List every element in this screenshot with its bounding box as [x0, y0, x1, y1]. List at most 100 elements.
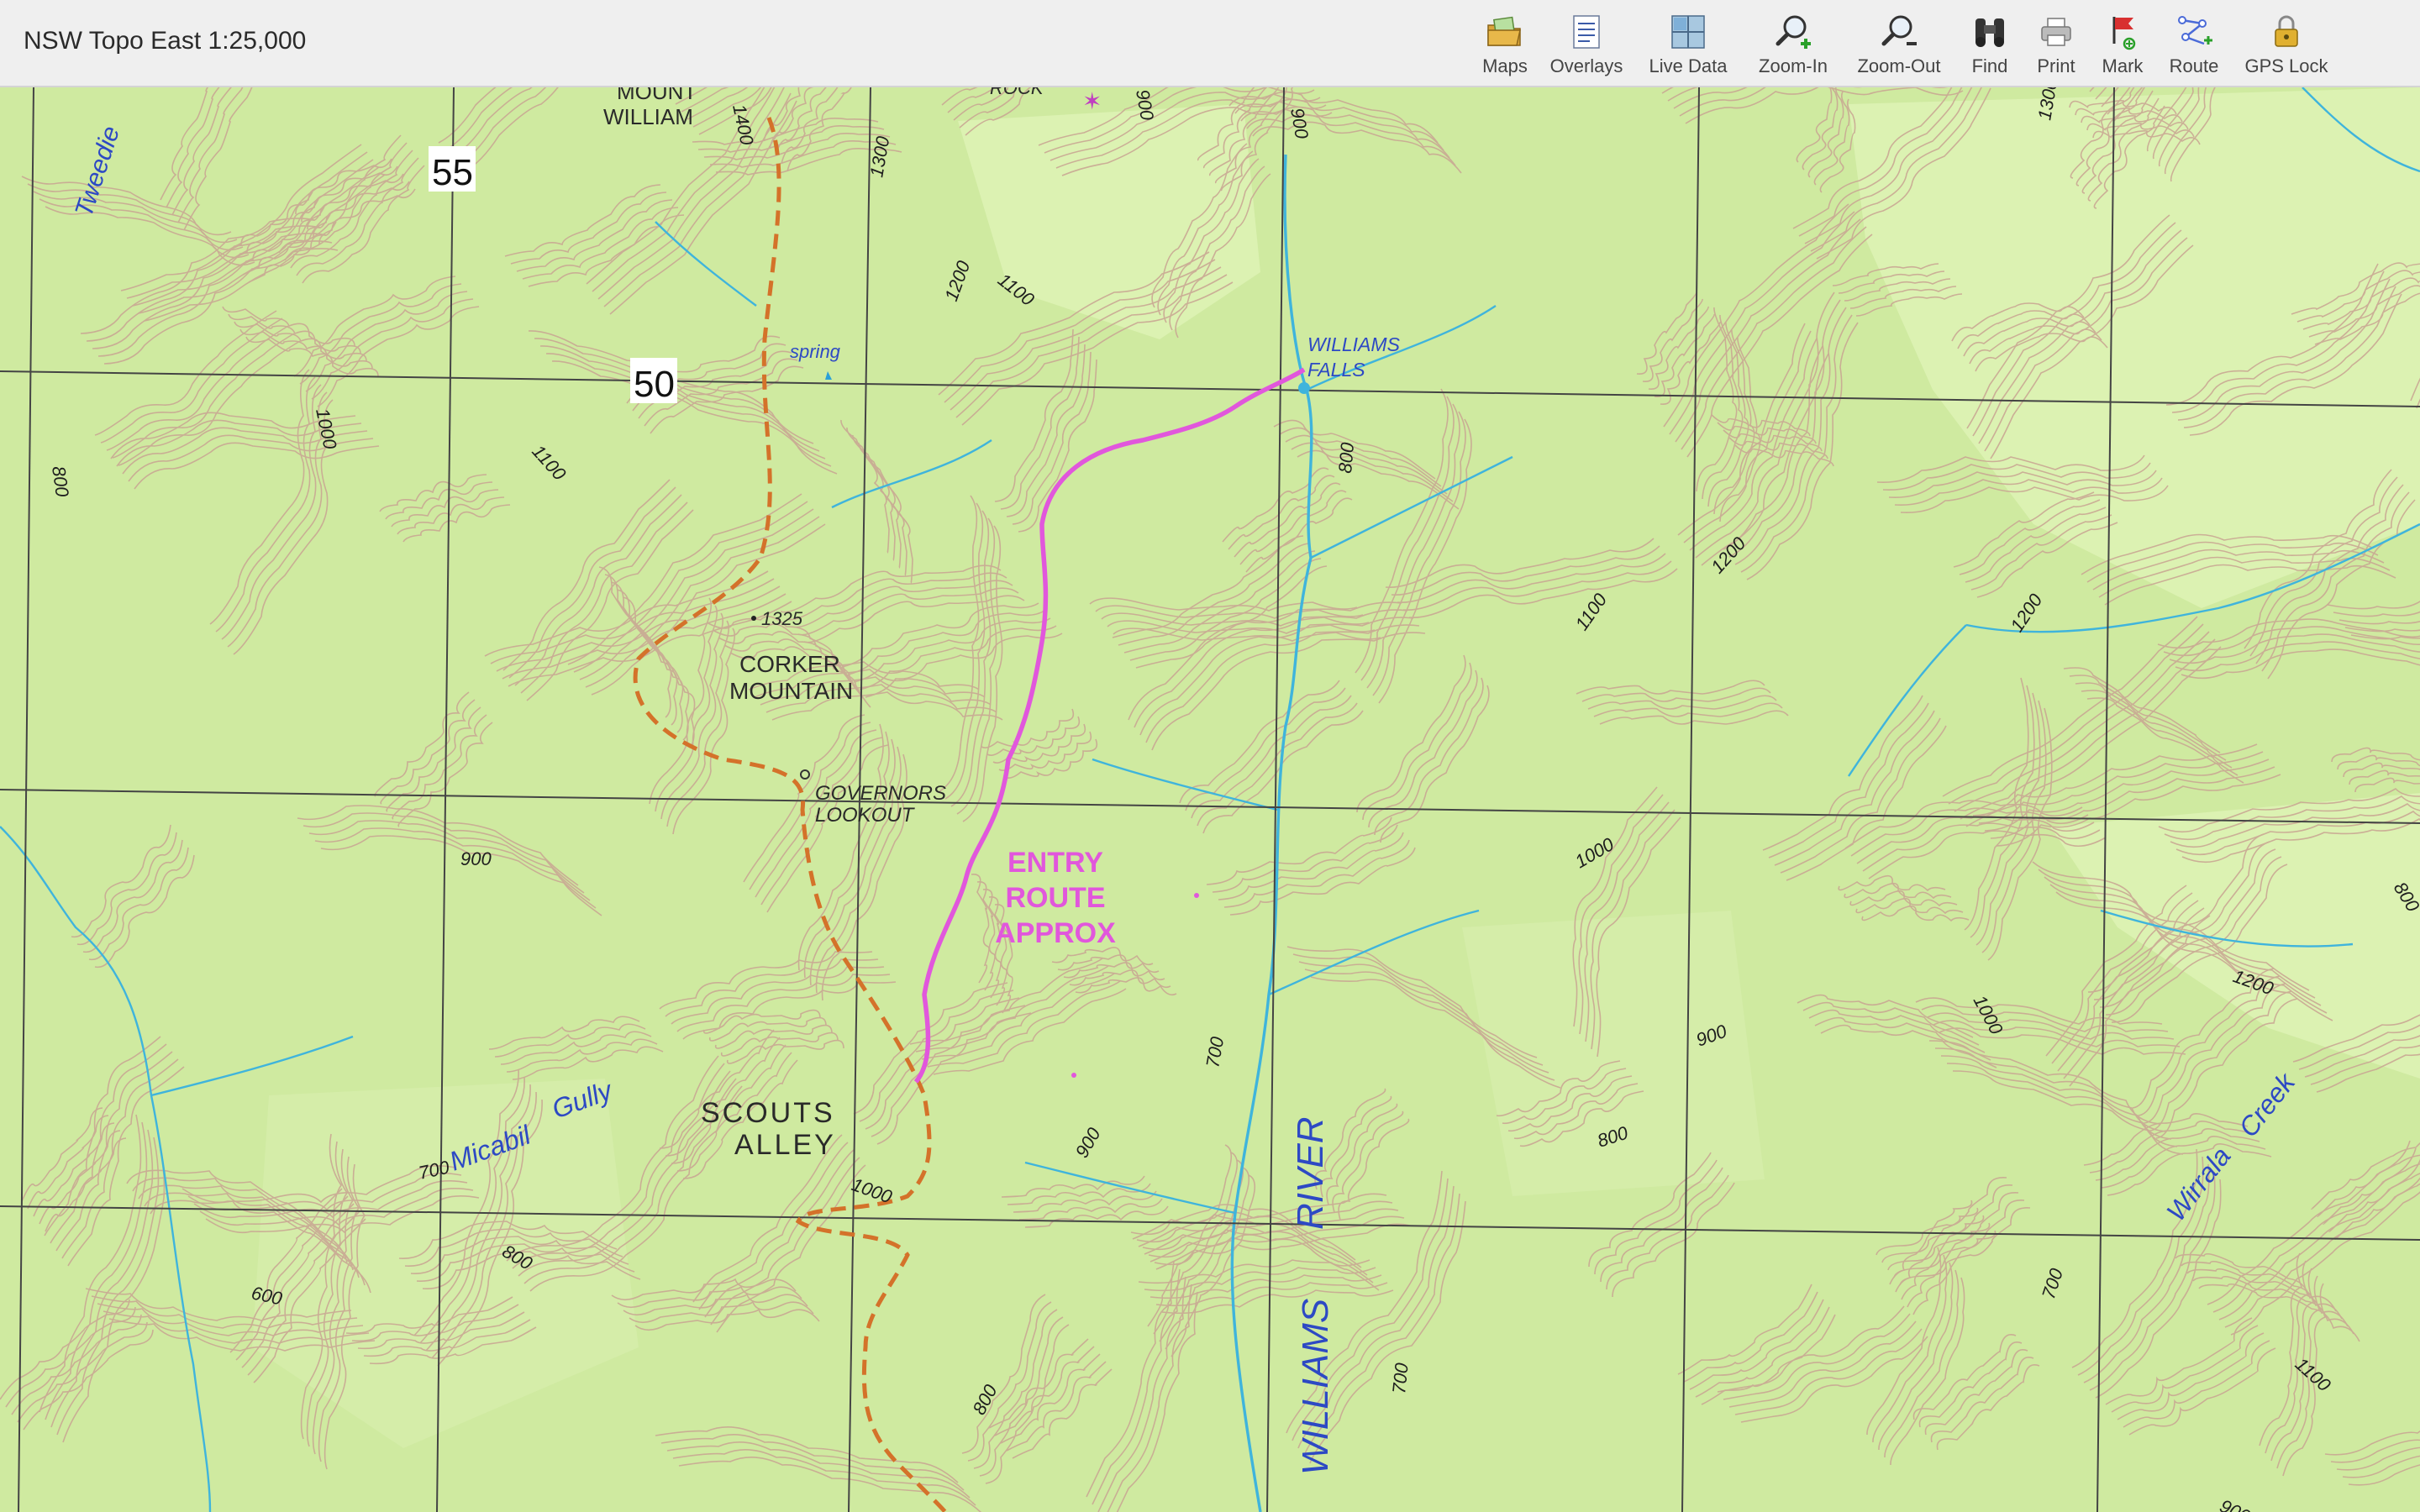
find-label: Find — [1971, 55, 2008, 76]
contour-line — [1116, 1291, 1198, 1512]
contour-label: 800 — [968, 1381, 1002, 1419]
contour-line — [512, 1046, 664, 1080]
contour-line — [500, 1031, 652, 1065]
contour-line — [1728, 437, 1828, 459]
contour-line — [2330, 1439, 2420, 1463]
contour-line — [385, 481, 493, 520]
contour-line — [939, 495, 980, 792]
contour-line — [1107, 1284, 1192, 1512]
contour-label: 700 — [1202, 1035, 1228, 1069]
contour-line — [1229, 847, 1416, 916]
grid-number-55: 55 — [432, 152, 473, 193]
contour-line — [520, 501, 688, 694]
contour-line — [766, 744, 889, 913]
grid-number-50: 50 — [634, 364, 675, 405]
print-button[interactable]: Print — [2032, 12, 2081, 84]
overlays-button[interactable]: Overlays — [1543, 12, 1630, 84]
contour-line — [1881, 1184, 2013, 1263]
find-button[interactable]: Find — [1966, 12, 2013, 84]
contour-label: 700 — [2038, 1265, 2067, 1301]
contour-line — [245, 336, 379, 377]
spring-label: spring — [790, 341, 841, 362]
place-name-rock: ROCK — [990, 87, 1044, 98]
contour-line — [1861, 905, 1970, 922]
contour-line — [864, 449, 913, 584]
route-button[interactable]: Route — [2166, 12, 2222, 84]
contour-line — [71, 824, 171, 938]
live-data-label: Live Data — [1649, 55, 1728, 76]
contour-line — [297, 805, 579, 886]
topo-map-canvas[interactable]: ✶ 55 50 MOUNT WILLIAM ROCK CORKER MOUNTA… — [0, 87, 2420, 1512]
contour-line — [1593, 702, 1783, 717]
contour-line — [1191, 695, 1352, 819]
contour-line — [1092, 1268, 1181, 1505]
falls-marker-icon — [1298, 382, 1310, 394]
contour-line — [2181, 648, 2420, 680]
contour-line — [1876, 1177, 2007, 1256]
contour-line — [27, 183, 238, 244]
contour-line — [80, 218, 315, 334]
zoom-in-button[interactable]: Zoom-In — [1751, 12, 1835, 84]
contour-label: 1100 — [2291, 1353, 2335, 1396]
contour-line — [858, 442, 908, 576]
spring-icon — [825, 371, 832, 380]
contour-line — [803, 731, 890, 979]
contour-line — [1012, 1368, 1113, 1459]
contour-line — [1587, 695, 1777, 710]
contour-line — [506, 1038, 658, 1073]
live-data-button[interactable]: Live Data — [1644, 12, 1733, 84]
place-name-corker-mountain: CORKER — [739, 651, 840, 677]
gps-lock-button[interactable]: GPS Lock — [2238, 12, 2334, 84]
contour-label: 1100 — [528, 441, 571, 485]
overlays-label: Overlays — [1549, 55, 1623, 76]
contour-line — [763, 87, 802, 142]
contour-line — [1086, 1261, 1175, 1498]
contour-line — [634, 1308, 820, 1331]
contour-label: 1100 — [1571, 589, 1612, 634]
contour-line — [61, 1058, 179, 1259]
contour-line — [228, 313, 361, 354]
magnifier-minus-icon — [1881, 15, 1917, 46]
contour-line — [106, 325, 289, 451]
contour-line — [956, 517, 997, 815]
maps-button[interactable]: Maps — [1479, 12, 1531, 84]
contour-label: 700 — [1388, 1362, 1413, 1395]
contour-line — [508, 486, 676, 679]
lookout-marker-icon — [800, 769, 810, 780]
contour-line — [666, 620, 729, 827]
route-annotation: ENTRY ROUTE APPROX — [995, 847, 1116, 949]
mark-button[interactable]: Mark — [2096, 12, 2149, 84]
contour-line — [222, 306, 355, 347]
route-dot-icon — [1194, 893, 1199, 898]
contour-line — [1006, 344, 1086, 517]
water-name-wirrala: Wirrala — [2160, 1142, 2237, 1227]
contour-line — [1802, 87, 1839, 171]
contour-line — [962, 525, 1003, 822]
contour-line — [1946, 1063, 2178, 1147]
contour-line — [88, 847, 189, 961]
contour-line — [846, 427, 896, 561]
contour-line — [985, 1324, 1070, 1484]
contour-line — [871, 1005, 1026, 1137]
contour-line — [1397, 553, 1666, 604]
contour-line — [402, 504, 511, 543]
contour-line — [1202, 710, 1364, 834]
contour-line — [551, 360, 838, 475]
contour-label: 1200 — [940, 257, 974, 303]
water-name-williams: WILLIAMS — [1295, 1299, 1336, 1475]
contour-line — [944, 502, 986, 800]
contour-line — [100, 318, 283, 444]
contour-line — [1223, 839, 1410, 908]
water-name-creek: Creek — [2233, 1066, 2302, 1142]
maps-label: Maps — [1482, 55, 1528, 76]
water-name-tweedie: Tweedie — [70, 123, 125, 220]
route-label-line: APPROX — [995, 917, 1116, 949]
contour-label: 1200 — [2006, 590, 2047, 636]
contour-label: 1000 — [312, 407, 341, 452]
zoom-out-button[interactable]: Zoom-Out — [1850, 12, 1948, 84]
overlays-list-icon — [1573, 15, 1600, 49]
contour-line — [2071, 1148, 2198, 1368]
contour-line — [1145, 624, 1420, 743]
contour-line — [1912, 1230, 1996, 1315]
mark-label: Mark — [2102, 55, 2144, 76]
